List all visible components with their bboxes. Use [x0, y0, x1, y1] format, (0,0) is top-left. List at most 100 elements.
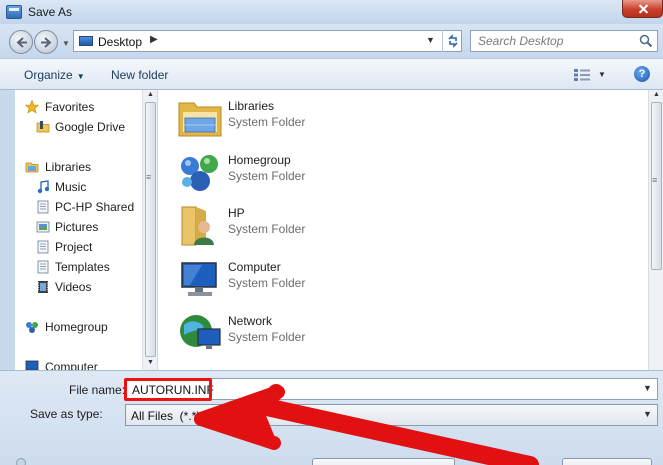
sidebar-item-favorites[interactable]: Favorites — [15, 98, 142, 116]
network-icon — [180, 315, 221, 349]
save-button[interactable] — [312, 458, 455, 465]
document-library-icon — [37, 240, 49, 254]
sidebar-item-libraries[interactable]: Libraries — [15, 158, 142, 176]
sidebar-item-templates[interactable]: Templates — [15, 258, 142, 276]
homegroup-icon — [26, 322, 38, 333]
sidebar-item-computer[interactable]: Computer — [15, 358, 142, 370]
file-type: System Folder — [228, 115, 306, 129]
save-as-type-value: All Files (*.*) — [131, 409, 201, 423]
file-item-computer[interactable]: Computer System Folder — [174, 255, 474, 303]
address-bar[interactable]: Desktop ▶ ▼ — [73, 30, 462, 52]
search-box[interactable] — [470, 30, 658, 52]
search-input[interactable] — [471, 31, 636, 51]
videos-icon — [38, 281, 48, 293]
scrollbar-thumb[interactable] — [145, 102, 156, 357]
help-button[interactable]: ? — [634, 66, 650, 82]
sidebar-item-homegroup[interactable]: Homegroup — [15, 318, 142, 336]
file-list: Libraries System Folder Homegroup System… — [158, 90, 648, 370]
file-type: System Folder — [228, 222, 306, 236]
libraries-folder-icon — [178, 102, 222, 137]
close-button[interactable] — [622, 0, 663, 18]
desktop-icon — [79, 36, 93, 46]
recent-pages-dropdown[interactable]: ▼ — [62, 39, 70, 48]
sidebar-item-label: Videos — [55, 280, 92, 294]
views-dropdown-icon[interactable]: ▼ — [598, 70, 606, 79]
sidebar-item-videos[interactable]: Videos — [15, 278, 142, 296]
file-name-label: File name: — [69, 383, 126, 397]
document-library-icon — [37, 260, 49, 274]
sidebar-item-label: Computer — [45, 360, 98, 370]
file-name-highlight-box — [124, 378, 212, 401]
breadcrumb-chevron-icon[interactable]: ▶ — [150, 34, 158, 45]
file-name: HP — [228, 206, 245, 220]
organize-button[interactable]: Organize ▼ — [24, 68, 85, 82]
sidebar-item-pc-hp-shared[interactable]: PC-HP Shared — [15, 198, 142, 216]
scroll-down-icon[interactable]: ▼ — [147, 359, 154, 366]
chevron-down-icon[interactable]: ▼ — [643, 409, 652, 419]
sidebar-item-music[interactable]: Music — [15, 178, 142, 196]
file-item-hp[interactable]: HP System Folder — [174, 201, 474, 249]
file-item-libraries[interactable]: Libraries System Folder — [174, 94, 474, 142]
document-library-icon — [37, 200, 49, 214]
sidebar-item-project[interactable]: Project — [15, 238, 142, 256]
refresh-button[interactable] — [442, 30, 462, 52]
search-icon[interactable] — [639, 34, 653, 48]
file-name: Libraries — [228, 99, 275, 113]
file-type: System Folder — [228, 330, 306, 344]
sidebar-item-label: PC-HP Shared — [55, 200, 135, 214]
save-as-type-label: Save as type: — [30, 407, 103, 421]
navigation-pane: Favorites Google Drive Libraries Music P… — [15, 90, 142, 370]
address-dropdown-icon[interactable]: ▼ — [426, 35, 435, 45]
scrollbar-thumb[interactable] — [651, 102, 662, 270]
chevron-down-icon[interactable]: ▼ — [643, 383, 652, 393]
sidebar-item-google-drive[interactable]: Google Drive — [15, 118, 142, 136]
save-as-type-select[interactable]: All Files (*.*) ▼ — [125, 404, 658, 426]
file-list-scrollbar[interactable]: ▲ ≡ — [648, 90, 663, 370]
file-item-homegroup[interactable]: Homegroup System Folder — [174, 148, 474, 196]
forward-arrow-icon — [41, 37, 52, 48]
chevron-down-icon: ▼ — [76, 72, 85, 81]
scrollbar-grip-icon: ≡ — [146, 172, 152, 182]
music-icon — [37, 180, 50, 194]
scroll-up-icon[interactable]: ▲ — [147, 91, 154, 98]
new-folder-button[interactable]: New folder — [111, 68, 168, 82]
sidebar-item-label: Pictures — [55, 220, 99, 234]
file-name: Homegroup — [228, 153, 291, 167]
hide-folders-toggle[interactable] — [16, 458, 26, 465]
refresh-icon — [448, 34, 458, 48]
file-name: Computer — [228, 260, 281, 274]
user-folder-icon — [181, 206, 214, 246]
forward-button[interactable] — [34, 30, 58, 54]
sidebar-item-pictures[interactable]: Pictures — [15, 218, 142, 236]
file-type: System Folder — [228, 169, 306, 183]
sidebar-item-label: Project — [55, 240, 93, 254]
star-icon — [25, 100, 39, 114]
sidebar-item-label: Libraries — [45, 160, 92, 174]
save-dialog-icon — [6, 5, 22, 19]
navigation-pane-scrollbar[interactable]: ▲ ≡ ▼ — [142, 90, 157, 370]
file-item-network[interactable]: Network System Folder — [174, 309, 474, 357]
command-bar: Organize ▼ New folder ▼ ? — [0, 58, 663, 90]
sidebar-item-label: Music — [55, 180, 87, 194]
computer-icon — [25, 360, 39, 370]
sidebar-item-label: Homegroup — [45, 320, 108, 334]
file-name: Network — [228, 314, 273, 328]
google-drive-icon — [36, 121, 50, 133]
libraries-icon — [25, 162, 39, 173]
sidebar-item-label: Templates — [55, 260, 110, 274]
back-button[interactable] — [9, 30, 33, 54]
computer-icon — [181, 262, 217, 296]
cancel-button[interactable] — [562, 458, 652, 465]
change-view-icon[interactable] — [573, 68, 591, 82]
organize-label: Organize — [24, 68, 73, 82]
scroll-up-icon[interactable]: ▲ — [653, 91, 660, 98]
homegroup-icon — [181, 155, 218, 191]
sidebar-item-label: Google Drive — [55, 120, 126, 134]
back-arrow-icon — [16, 37, 27, 48]
pictures-icon — [36, 221, 50, 233]
file-type: System Folder — [228, 276, 306, 290]
breadcrumb-desktop[interactable]: Desktop — [98, 35, 142, 49]
scrollbar-grip-icon: ≡ — [652, 175, 658, 185]
title-bar: Save As — [0, 0, 663, 24]
window-title: Save As — [28, 5, 73, 19]
